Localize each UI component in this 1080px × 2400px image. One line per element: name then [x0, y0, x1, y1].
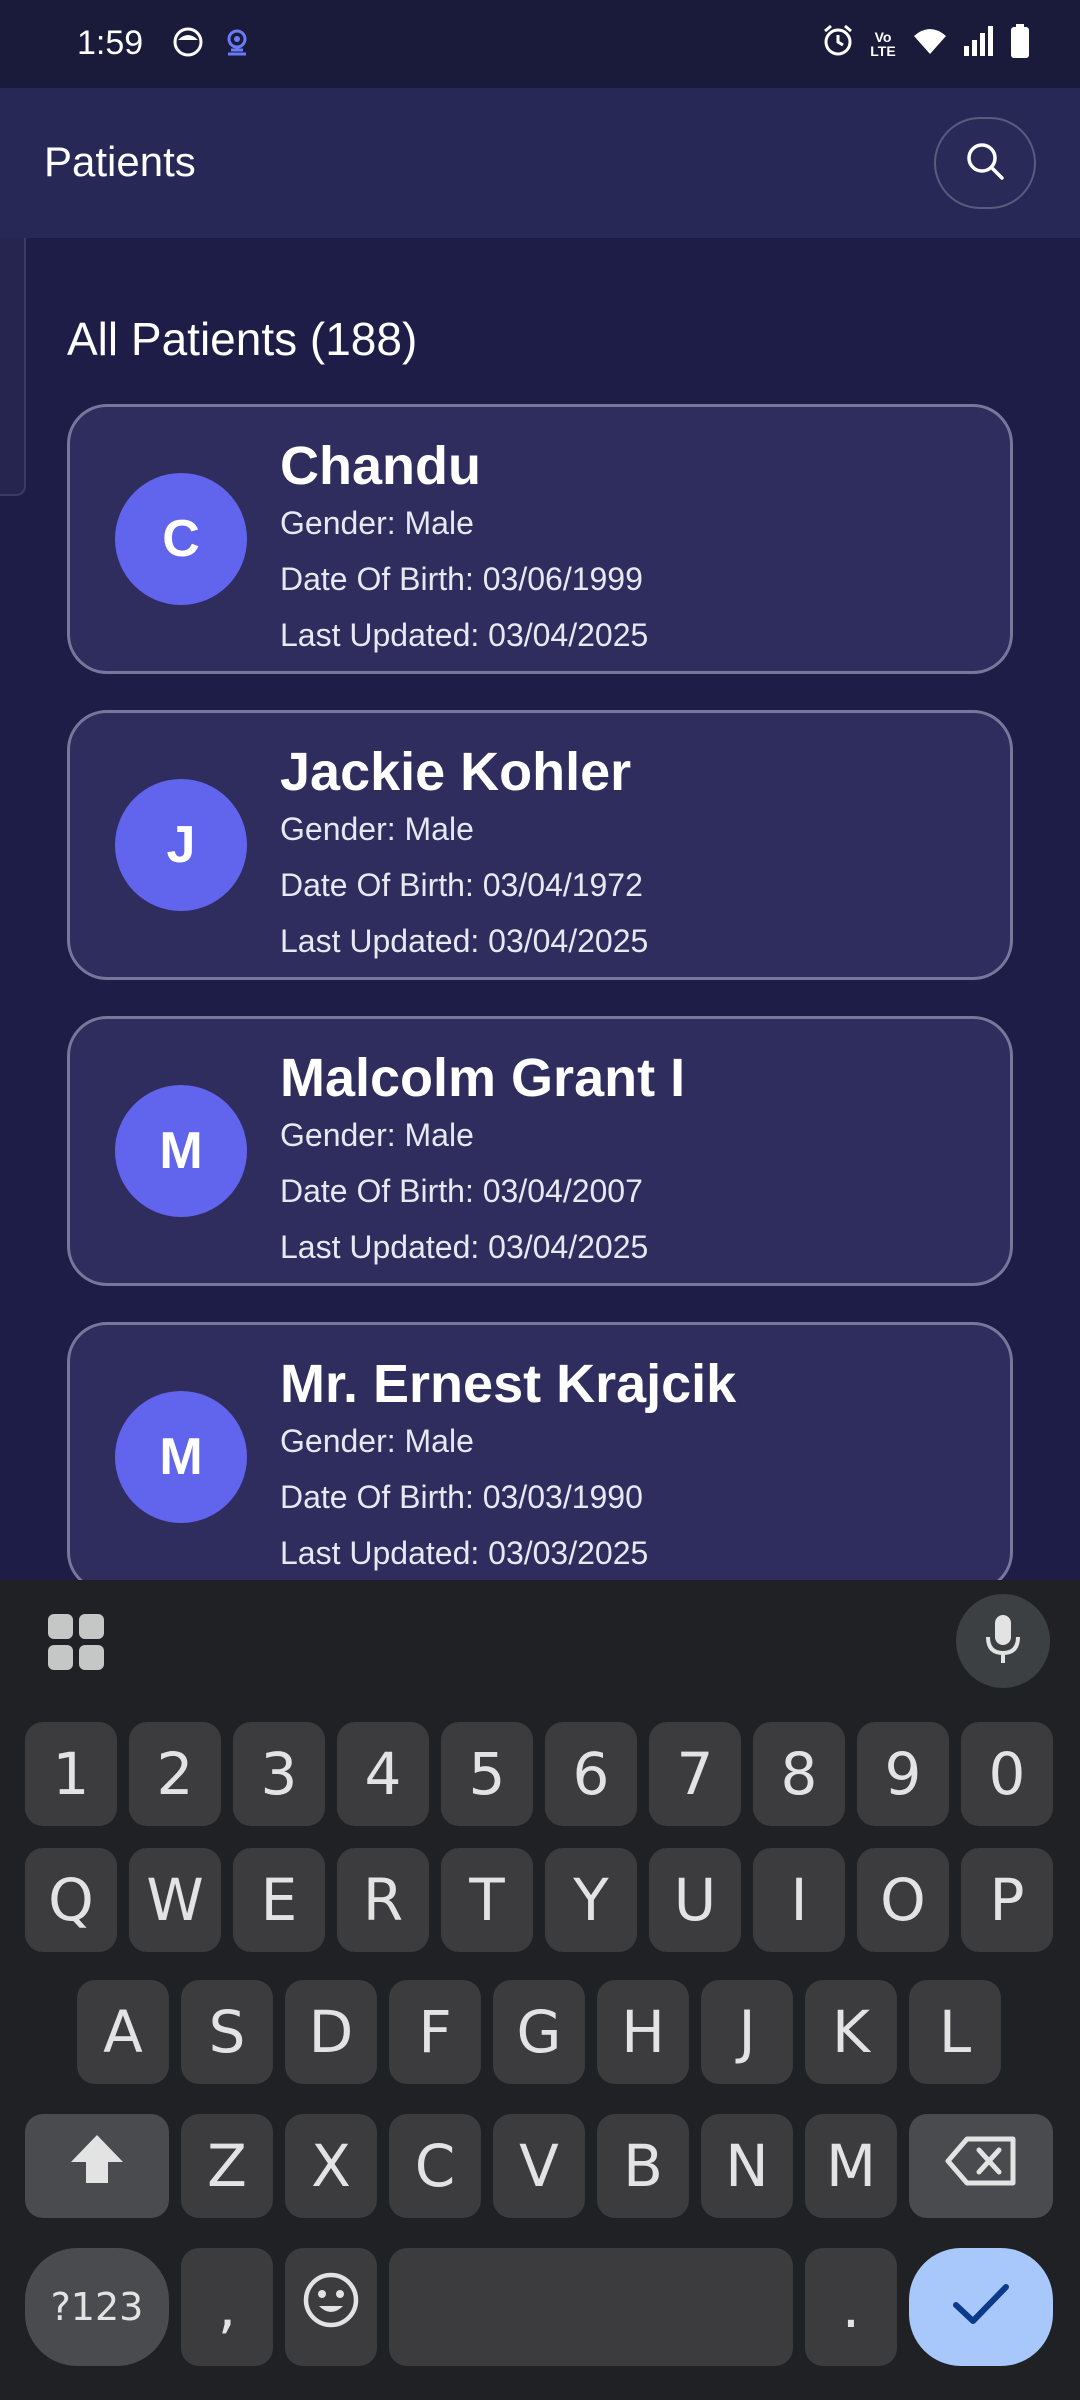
space-key[interactable] [389, 2248, 793, 2366]
key-e[interactable]: E [233, 1848, 325, 1952]
patient-dob: Date Of Birth: 03/06/1999 [280, 561, 643, 597]
key-x[interactable]: X [285, 2114, 377, 2218]
face-notification-icon [172, 26, 204, 63]
patient-gender: Gender: Male [280, 1423, 474, 1459]
key-4[interactable]: 4 [337, 1722, 429, 1826]
patient-last-updated: Last Updated: 03/04/2025 [280, 923, 649, 959]
key-5[interactable]: 5 [441, 1722, 533, 1826]
key-i[interactable]: I [753, 1848, 845, 1952]
key-7[interactable]: 7 [649, 1722, 741, 1826]
key-d[interactable]: D [285, 1980, 377, 2084]
apps-grid-icon[interactable] [48, 1614, 104, 1670]
key-6[interactable]: 6 [545, 1722, 637, 1826]
patient-last-updated: Last Updated: 03/04/2025 [280, 617, 649, 653]
key-a[interactable]: A [77, 1980, 169, 2084]
emoji-key[interactable] [285, 2248, 377, 2366]
key-w[interactable]: W [129, 1848, 221, 1952]
patient-gender: Gender: Male [280, 811, 474, 847]
checkmark-icon [951, 2273, 1011, 2341]
shift-icon [68, 2132, 126, 2200]
patient-name: Jackie Kohler [280, 742, 632, 802]
enter-key[interactable] [909, 2248, 1053, 2366]
key-c[interactable]: C [389, 2114, 481, 2218]
alarm-icon [822, 24, 854, 63]
key-s[interactable]: S [181, 1980, 273, 2084]
key-u[interactable]: U [649, 1848, 741, 1952]
page-title: Patients [44, 138, 196, 185]
edge-panel-handle[interactable] [0, 238, 26, 496]
avatar: M [115, 1085, 247, 1217]
patient-card[interactable]: M Mr. Ernest Krajcik Gender: Male Date O… [67, 1322, 1013, 1580]
key-h[interactable]: H [597, 1980, 689, 2084]
status-icons: Vo LTE [822, 24, 1030, 63]
podcast-notification-icon [220, 26, 254, 65]
search-button[interactable] [934, 117, 1036, 209]
key-p[interactable]: P [961, 1848, 1053, 1952]
key-z[interactable]: Z [181, 2114, 273, 2218]
patient-dob: Date Of Birth: 03/03/1990 [280, 1479, 643, 1515]
app-bar: Patients [0, 88, 1080, 238]
patient-name: Chandu [280, 436, 481, 496]
section-title: All Patients (188) [67, 313, 418, 365]
key-l[interactable]: L [909, 1980, 1001, 2084]
key-0[interactable]: 0 [961, 1722, 1053, 1826]
key-8[interactable]: 8 [753, 1722, 845, 1826]
key-t[interactable]: T [441, 1848, 533, 1952]
key-n[interactable]: N [701, 2114, 793, 2218]
status-bar: 1:59 Vo LTE [0, 0, 1080, 88]
shift-key[interactable] [25, 2114, 169, 2218]
symbols-key[interactable]: ?123 [25, 2248, 169, 2366]
key-o[interactable]: O [857, 1848, 949, 1952]
key-b[interactable]: B [597, 2114, 689, 2218]
patient-name: Malcolm Grant I [280, 1048, 686, 1108]
patient-dob: Date Of Birth: 03/04/1972 [280, 867, 643, 903]
key-9[interactable]: 9 [857, 1722, 949, 1826]
on-screen-keyboard: 1 2 3 4 5 6 7 8 9 0 Q W E R T Y U I O P … [0, 1580, 1080, 2400]
patient-name: Mr. Ernest Krajcik [280, 1354, 737, 1414]
key-r[interactable]: R [337, 1848, 429, 1952]
status-time: 1:59 [77, 24, 144, 62]
key-3[interactable]: 3 [233, 1722, 325, 1826]
avatar: J [115, 779, 247, 911]
battery-icon [1010, 24, 1030, 63]
key-g[interactable]: G [493, 1980, 585, 2084]
search-icon [964, 140, 1006, 187]
wifi-icon [912, 26, 948, 61]
patient-list-screen[interactable]: All Patients (188) C Chandu Gender: Male… [0, 238, 1080, 1580]
patient-dob: Date Of Birth: 03/04/2007 [280, 1173, 643, 1209]
comma-key[interactable]: , [181, 2248, 273, 2366]
patient-card[interactable]: M Malcolm Grant I Gender: Male Date Of B… [67, 1016, 1013, 1286]
key-v[interactable]: V [493, 2114, 585, 2218]
volte-icon: Vo LTE [870, 28, 896, 59]
patient-gender: Gender: Male [280, 1117, 474, 1153]
key-q[interactable]: Q [25, 1848, 117, 1952]
patient-card[interactable]: C Chandu Gender: Male Date Of Birth: 03/… [67, 404, 1013, 674]
key-y[interactable]: Y [545, 1848, 637, 1952]
key-m[interactable]: M [805, 2114, 897, 2218]
backspace-icon [945, 2132, 1017, 2200]
key-f[interactable]: F [389, 1980, 481, 2084]
backspace-key[interactable] [909, 2114, 1053, 2218]
mic-icon [983, 1613, 1023, 1670]
period-key[interactable]: . [805, 2248, 897, 2366]
patient-gender: Gender: Male [280, 505, 474, 541]
key-k[interactable]: K [805, 1980, 897, 2084]
patient-card[interactable]: J Jackie Kohler Gender: Male Date Of Bir… [67, 710, 1013, 980]
signal-icon [962, 26, 996, 61]
voice-input-button[interactable] [956, 1594, 1050, 1688]
patient-last-updated: Last Updated: 03/03/2025 [280, 1535, 649, 1571]
key-1[interactable]: 1 [25, 1722, 117, 1826]
avatar: C [115, 473, 247, 605]
key-j[interactable]: J [701, 1980, 793, 2084]
emoji-icon [302, 2271, 360, 2343]
avatar: M [115, 1391, 247, 1523]
key-2[interactable]: 2 [129, 1722, 221, 1826]
patient-last-updated: Last Updated: 03/04/2025 [280, 1229, 649, 1265]
